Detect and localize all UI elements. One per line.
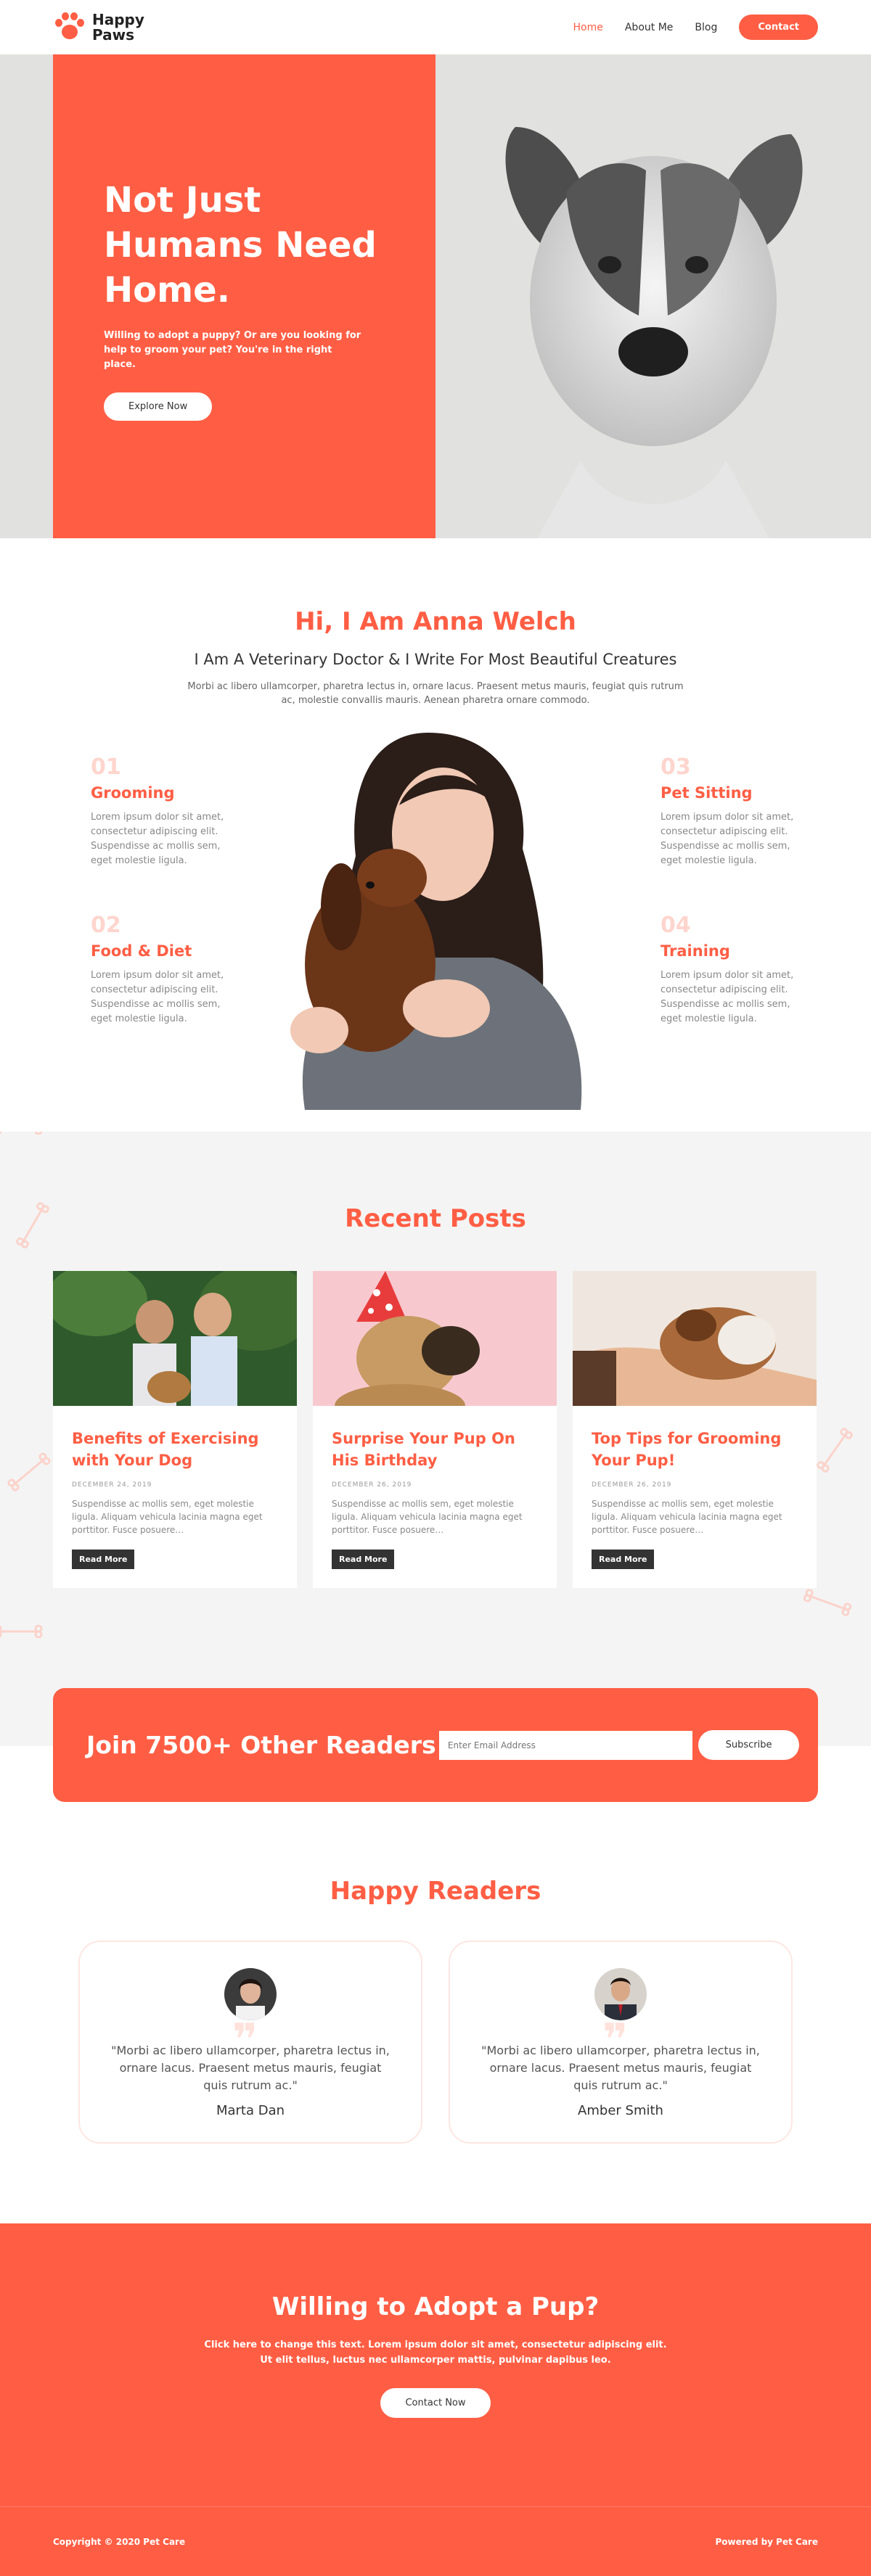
post-body: Benefits of Exercising with Your Dog DEC… (53, 1409, 297, 1588)
post-title[interactable]: Benefits of Exercising with Your Dog (72, 1428, 278, 1471)
cta-title: Willing to Adopt a Pup? (271, 2292, 600, 2321)
service-grooming: 01 Grooming Lorem ipsum dolor sit amet, … (91, 754, 236, 868)
post-date: DECEMBER 26, 2019 (592, 1481, 672, 1489)
woman-with-dog-image (290, 733, 582, 1110)
bone-decoration-icon (803, 1589, 852, 1616)
read-more-button[interactable]: Read More (332, 1550, 395, 1569)
copyright-text: Copyright © 2020 Pet Care (53, 2536, 186, 2547)
service-title: Food & Diet (91, 942, 192, 960)
read-more-button[interactable]: Read More (592, 1550, 655, 1569)
service-text: Lorem ipsum dolor sit amet, consectetur … (91, 812, 224, 866)
post-date: DECEMBER 24, 2019 (72, 1481, 152, 1489)
testimonial-cards: ❞ "Morbi ac libero ullamcorper, pharetra… (0, 1941, 871, 2144)
avatar (594, 1968, 647, 2020)
service-title: Pet Sitting (661, 784, 753, 802)
hero-subtitle: Willing to adopt a puppy? Or are you loo… (104, 330, 361, 370)
post-image-couple-dog (46, 1264, 314, 1406)
post-card[interactable]: Benefits of Exercising with Your Dog DEC… (46, 1264, 314, 1588)
services-grid: 01 Grooming Lorem ipsum dolor sit amet, … (0, 725, 871, 1132)
nav-about[interactable]: About Me (625, 22, 674, 33)
post-title[interactable]: Surprise Your Pup On His Birthday (332, 1428, 538, 1471)
logo[interactable]: Happy Paws (53, 12, 144, 44)
dog-portrait-image (505, 127, 803, 538)
recent-posts-title: Recent Posts (345, 1204, 526, 1233)
adopt-cta-section: Willing to Adopt a Pup? Click here to ch… (0, 2223, 871, 2506)
service-number: 04 (661, 913, 691, 938)
service-title: Training (661, 942, 730, 960)
bone-decoration-icon (0, 1132, 43, 1135)
service-pet-sitting: 03 Pet Sitting Lorem ipsum dolor sit ame… (661, 754, 806, 868)
logo-line-1: Happy (92, 10, 144, 28)
service-number: 01 (91, 754, 121, 780)
service-text: Lorem ipsum dolor sit amet, consectetur … (91, 970, 224, 1024)
service-text: Lorem ipsum dolor sit amet, consectetur … (661, 970, 794, 1024)
service-number: 02 (91, 913, 121, 938)
nav-blog[interactable]: Blog (695, 22, 717, 33)
bone-decoration-icon (0, 1625, 43, 1638)
main-nav: Home About Me Blog Contact (573, 15, 818, 40)
recent-posts-section: Recent Posts Benefits of Exercising with… (0, 1132, 871, 1746)
testimonial-card: ❞ "Morbi ac libero ullamcorper, pharetra… (78, 1941, 422, 2144)
read-more-button[interactable]: Read More (72, 1550, 135, 1569)
nav-home[interactable]: Home (573, 22, 603, 33)
email-input[interactable] (438, 1730, 693, 1760)
about-section: Hi, I Am Anna Welch I Am A Veterinary Do… (0, 538, 871, 1132)
subscribe-banner: Join 7500+ Other Readers Subscribe (53, 1688, 818, 1802)
about-subtitle: I Am A Veterinary Doctor & I Write For M… (194, 651, 677, 668)
hero-panel: Not Just Humans Need Home. Willing to ad… (53, 54, 436, 538)
powered-by-text[interactable]: Powered by Pet Care (716, 2537, 819, 2547)
about-paragraph: Morbi ac libero ullamcorper, pharetra le… (187, 681, 684, 706)
about-title: Hi, I Am Anna Welch (295, 607, 576, 636)
post-date: DECEMBER 26, 2019 (332, 1481, 412, 1489)
testimonial-quote: "Morbi ac libero ullamcorper, pharetra l… (481, 2044, 760, 2092)
service-number: 03 (661, 754, 691, 780)
testimonial-name: Amber Smith (578, 2103, 663, 2118)
avatar (224, 1968, 277, 2020)
happy-readers-section: Happy Readers ❞ "Morbi ac libero ullamco… (0, 1797, 871, 2223)
service-text: Lorem ipsum dolor sit amet, consectetur … (661, 812, 794, 866)
service-title: Grooming (91, 784, 175, 802)
explore-now-button[interactable]: Explore Now (104, 392, 213, 421)
contact-now-button[interactable]: Contact Now (380, 2388, 491, 2418)
post-excerpt: Suspendisse ac mollis sem, eget molestie… (72, 1499, 263, 1535)
subscribe-button[interactable]: Subscribe (698, 1730, 799, 1760)
logo-line-2: Paws (92, 25, 134, 44)
post-image-puppy-hand (573, 1271, 817, 1406)
post-title[interactable]: Top Tips for Grooming Your Pup! (592, 1428, 798, 1471)
post-card[interactable]: Surprise Your Pup On His Birthday DECEMB… (313, 1271, 557, 1588)
hero-section: Not Just Humans Need Home. Willing to ad… (0, 54, 871, 538)
service-food-diet: 02 Food & Diet Lorem ipsum dolor sit ame… (91, 913, 236, 1026)
cta-text: Click here to change this text. Lorem ip… (204, 2340, 667, 2366)
post-excerpt: Suspendisse ac mollis sem, eget molestie… (332, 1499, 523, 1535)
testimonial-card: ❞ "Morbi ac libero ullamcorper, pharetra… (449, 1941, 793, 2144)
post-card[interactable]: Top Tips for Grooming Your Pup! DECEMBER… (573, 1271, 817, 1588)
hero-title: Not Just Humans Need Home. (104, 180, 377, 310)
paw-logo-icon (53, 12, 85, 44)
happy-readers-title: Happy Readers (330, 1877, 541, 1906)
testimonial-quote: "Morbi ac libero ullamcorper, pharetra l… (111, 2044, 390, 2092)
post-excerpt: Suspendisse ac mollis sem, eget molestie… (592, 1499, 782, 1535)
post-body: Surprise Your Pup On His Birthday DECEMB… (313, 1409, 557, 1588)
testimonial-name: Marta Dan (216, 2103, 285, 2118)
subscribe-title: Join 7500+ Other Readers (86, 1731, 436, 1759)
bone-decoration-icon (7, 1452, 51, 1491)
subscribe-area: Join 7500+ Other Readers Subscribe (0, 1688, 871, 1802)
service-training: 04 Training Lorem ipsum dolor sit amet, … (661, 913, 806, 1026)
post-cards: Benefits of Exercising with Your Dog DEC… (46, 1264, 871, 1588)
site-header: Happy Paws Home About Me Blog Contact (0, 0, 871, 54)
post-image-pug-party-hat (313, 1271, 557, 1428)
logo-text: Happy Paws (92, 12, 144, 43)
contact-button[interactable]: Contact (739, 15, 818, 40)
post-body: Top Tips for Grooming Your Pup! DECEMBER… (573, 1409, 817, 1588)
